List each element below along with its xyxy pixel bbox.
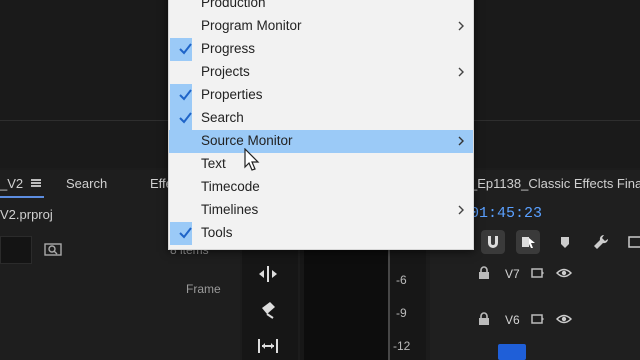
menu-item-tools[interactable]: Tools [169,222,473,245]
menu-item-label: Progress [201,41,256,56]
sequence-tab[interactable]: _Ep1138_Classic Effects Final [470,176,640,191]
razor-tool-icon[interactable] [256,298,280,322]
menu-item-source-monitor[interactable]: Source Monitor [169,130,473,153]
snap-button[interactable] [481,230,505,254]
sync-lock-icon[interactable] [531,267,545,279]
linked-selection-icon [522,237,535,248]
submenu-arrow-icon [458,67,464,77]
search-tab[interactable]: Search [66,176,107,191]
menu-item-projects[interactable]: Projects [169,61,473,84]
submenu-arrow-icon [458,21,464,31]
menu-item-program-monitor[interactable]: Program Monitor [169,15,473,38]
menu-item-label: Tools [201,225,233,240]
menu-item-label: Timecode [201,179,260,194]
sync-lock-icon[interactable] [531,313,545,325]
submenu-arrow-icon [458,205,464,215]
linked-selection-button[interactable] [516,230,540,254]
eye-icon[interactable] [556,314,572,324]
menu-item-progress[interactable]: Progress [169,38,473,61]
eye-icon[interactable] [556,268,572,278]
captions-icon [628,236,640,248]
meter-tick-label: -12 [393,339,411,353]
ripple-edit-tool-icon[interactable] [256,262,280,286]
frame-label: Frame [186,282,221,296]
menu-item-search[interactable]: Search [169,107,473,130]
wrench-icon [594,234,609,249]
lock-icon[interactable] [478,312,490,326]
marker-icon [561,237,569,248]
menu-item-production[interactable]: Production [169,0,473,15]
meter-scale-icon [388,250,390,360]
captions-button[interactable] [624,230,640,254]
lock-icon[interactable] [478,266,490,280]
meter-tick-label: -9 [396,306,407,320]
mouse-cursor-icon [244,148,260,171]
snap-magnet-icon [488,236,498,248]
panel-menu-icon[interactable] [31,179,41,187]
menu-item-label: Text [201,156,226,171]
menu-item-label: Projects [201,64,250,79]
active-tab-indicator [0,196,44,198]
menu-item-timecode[interactable]: Timecode [169,176,473,199]
track-label-v7[interactable]: V7 [505,267,520,281]
submenu-arrow-icon [458,136,464,146]
menu-item-label: Production [201,0,266,10]
project-tab[interactable]: _V2 [0,176,23,191]
window-menu-dropdown: Production Program Monitor Progress Proj… [168,0,474,250]
meter-tick-label: -6 [396,273,407,287]
menu-item-properties[interactable]: Properties [169,84,473,107]
checkmark-icon [179,112,192,124]
timeline-clip[interactable] [498,344,526,360]
project-search-input[interactable] [0,236,32,264]
menu-item-label: Properties [201,87,263,102]
playhead-timecode[interactable]: 01:45:23 [470,205,542,222]
add-marker-button[interactable] [553,230,577,254]
slip-tool-icon[interactable] [256,334,280,358]
checkmark-icon [179,89,192,101]
menu-item-timelines[interactable]: Timelines [169,199,473,222]
menu-item-label: Search [201,110,244,125]
menu-item-text[interactable]: Text [169,153,473,176]
menu-item-label: Timelines [201,202,259,217]
find-bin-icon[interactable] [44,242,62,256]
timeline-settings-button[interactable] [589,230,613,254]
audio-meter-bar [304,250,388,360]
menu-item-label: Source Monitor [201,133,293,148]
checkmark-icon [179,227,192,239]
project-file-name: V2.prproj [0,207,53,222]
track-label-v6[interactable]: V6 [505,313,520,327]
checkmark-icon [179,43,192,55]
menu-item-label: Program Monitor [201,18,302,33]
